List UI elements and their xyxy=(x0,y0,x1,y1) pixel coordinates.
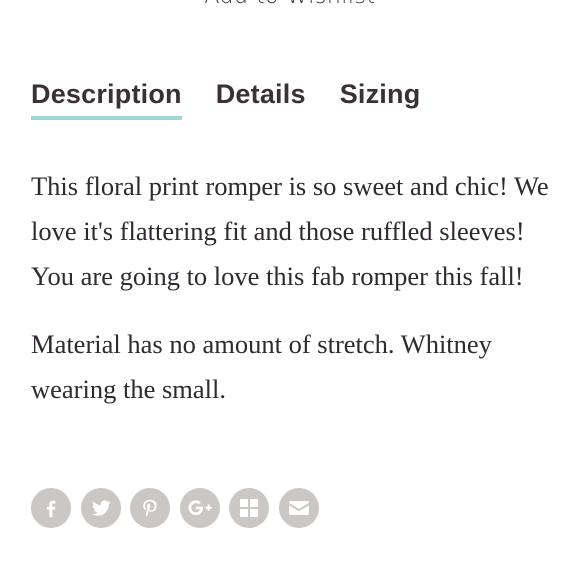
social-share-bar xyxy=(31,488,319,528)
tab-sizing[interactable]: Sizing xyxy=(340,76,421,120)
product-tabs: Description Details Sizing xyxy=(31,76,454,120)
description-paragraph: This floral print romper is so sweet and… xyxy=(31,171,549,291)
tab-description[interactable]: Description xyxy=(31,76,182,120)
pinterest-share-button[interactable] xyxy=(130,488,170,528)
email-share-button[interactable] xyxy=(278,488,319,528)
facebook-share-button[interactable] xyxy=(31,488,71,528)
product-description: This floral print romper is so sweet and… xyxy=(31,164,556,435)
delicious-icon xyxy=(239,498,259,518)
google-plus-share-button[interactable] xyxy=(179,488,220,528)
delicious-share-button[interactable] xyxy=(229,488,269,528)
twitter-share-button[interactable] xyxy=(80,488,121,528)
google-plus-icon xyxy=(187,500,212,516)
add-to-wishlist-link[interactable]: Add to Wishlist xyxy=(0,0,580,9)
tab-details[interactable]: Details xyxy=(216,76,306,120)
pinterest-icon xyxy=(143,499,157,517)
facebook-icon xyxy=(46,500,56,518)
description-paragraph: Material has no amount of stretch. Whitn… xyxy=(31,329,492,404)
twitter-icon xyxy=(91,500,111,516)
email-icon xyxy=(288,501,309,515)
